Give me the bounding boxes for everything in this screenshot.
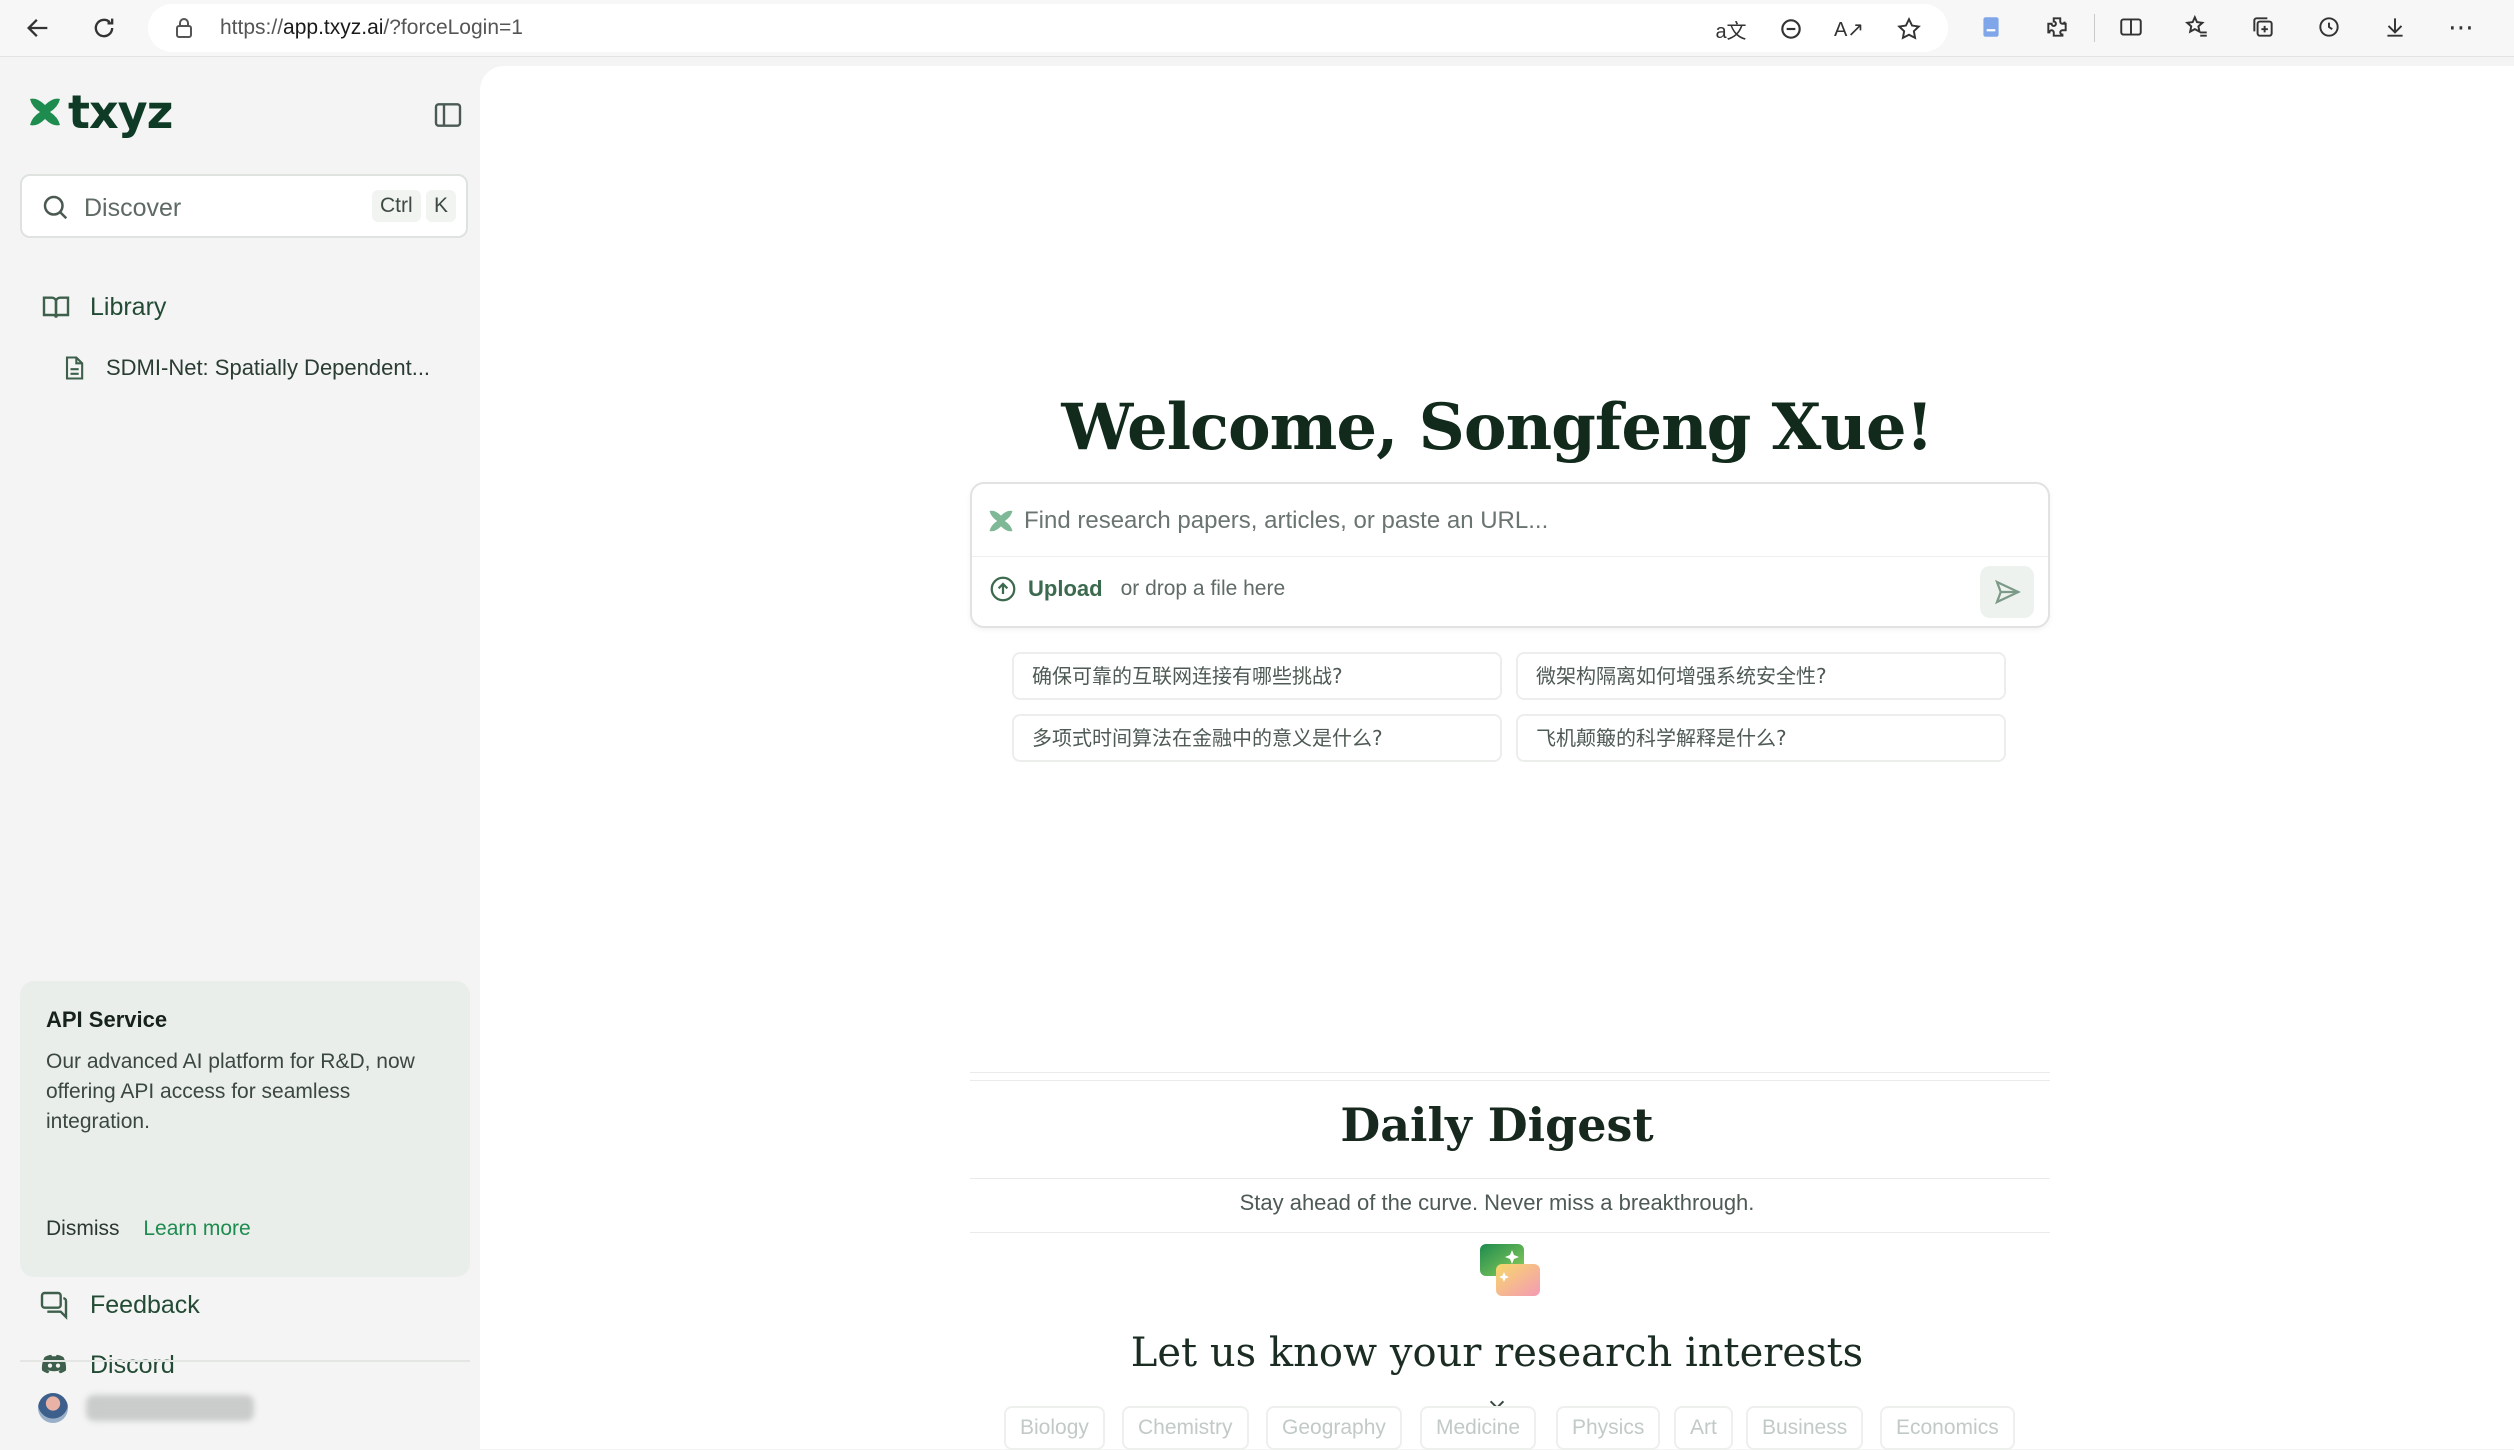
api-card-title: API Service: [46, 1007, 168, 1032]
more-icon[interactable]: ⋯: [2444, 10, 2478, 44]
digest-rule: [970, 1232, 2050, 1233]
sidebar-item-discord[interactable]: Discord: [38, 1349, 175, 1381]
topic-chip[interactable]: Chemistry: [1122, 1406, 1249, 1450]
daily-digest-subtitle: Stay ahead of the curve. Never miss a br…: [1239, 1190, 1755, 1215]
feedback-icon: [40, 1291, 68, 1320]
sidebar: txyz Discover Ctrl K Library SDMI-Net: S…: [0, 57, 480, 1449]
sidebar-toggle-icon[interactable]: [432, 99, 464, 131]
collections-icon[interactable]: [2246, 10, 2280, 44]
history-icon[interactable]: [2312, 10, 2346, 44]
discover-label: Discover: [84, 194, 182, 222]
api-service-card: API Service Our advanced AI platform for…: [20, 981, 470, 1277]
reload-icon[interactable]: [82, 6, 126, 50]
username-redacted[interactable]: [86, 1395, 254, 1421]
send-button[interactable]: [1980, 566, 2034, 618]
library-item-title: SDMI-Net: Spatially Dependent...: [106, 355, 431, 380]
welcome-heading: Welcome, Songfeng Xue!: [1061, 390, 1933, 465]
sparkle-cards-icon: [1480, 1244, 1540, 1296]
book-icon: [42, 296, 70, 318]
bing-icon[interactable]: [1774, 12, 1808, 46]
main-panel: Welcome, Songfeng Xue! Upload or drop a …: [480, 66, 2514, 1450]
topic-chip[interactable]: Medicine: [1420, 1406, 1537, 1450]
browser-toolbar: https://app.txyz.ai/?forceLogin=1 a文 A↗ …: [0, 0, 2514, 57]
upload-button[interactable]: Upload or drop a file here: [988, 574, 1285, 604]
topic-chip[interactable]: Art: [1674, 1406, 1733, 1450]
api-card-description: Our advanced AI platform for R&D, now of…: [46, 1050, 415, 1133]
toolbar-separator: [2094, 14, 2095, 42]
research-interests-heading: Let us know your research interests: [1130, 1330, 1864, 1376]
lock-icon[interactable]: [172, 16, 196, 40]
doc-icon[interactable]: [1974, 10, 2008, 44]
user-avatar[interactable]: [38, 1393, 68, 1423]
feedback-label: Feedback: [90, 1290, 200, 1319]
downloads-icon[interactable]: [2378, 10, 2412, 44]
upload-label: Upload: [1028, 576, 1103, 601]
document-icon: [65, 356, 84, 380]
suggestion-chip[interactable]: 微架构隔离如何增强系统安全性?: [1516, 652, 2006, 700]
search-icon: [43, 195, 68, 220]
logo-text: txyz: [68, 85, 173, 139]
logo-mark-icon: [28, 95, 62, 129]
daily-digest-title: Daily Digest: [1340, 1098, 1654, 1152]
read-aloud-icon[interactable]: A↗: [1832, 12, 1866, 46]
extensions-icon[interactable]: [2040, 10, 2074, 44]
shortcut-key-k: K: [426, 190, 457, 222]
search-query-box: Upload or drop a file here: [970, 482, 2050, 628]
favorite-star-icon[interactable]: [1892, 12, 1926, 46]
digest-rule: [970, 1072, 2050, 1073]
digest-rule: [970, 1178, 2050, 1179]
sidebar-divider: [20, 1360, 470, 1362]
address-bar[interactable]: https://app.txyz.ai/?forceLogin=1 a文 A↗: [148, 4, 1948, 52]
library-label: Library: [90, 292, 167, 321]
dismiss-button[interactable]: Dismiss: [46, 1217, 120, 1240]
split-screen-icon[interactable]: [2114, 10, 2148, 44]
translate-icon[interactable]: a文: [1714, 12, 1748, 46]
learn-more-link[interactable]: Learn more: [143, 1217, 250, 1240]
sidebar-item-library[interactable]: Library: [40, 291, 166, 323]
suggestion-chip[interactable]: 多项式时间算法在金融中的意义是什么?: [1012, 714, 1502, 762]
sidebar-item-feedback[interactable]: Feedback: [38, 1289, 200, 1321]
discover-search[interactable]: Discover Ctrl K: [20, 174, 468, 238]
topic-chip[interactable]: Business: [1746, 1406, 1864, 1450]
query-divider: [972, 556, 2048, 557]
topic-chip[interactable]: Biology: [1004, 1406, 1105, 1450]
suggestion-chip[interactable]: 飞机颠簸的科学解释是什么?: [1516, 714, 2006, 762]
topic-chip[interactable]: Physics: [1556, 1406, 1661, 1450]
send-icon: [1994, 579, 2021, 605]
suggestion-chip[interactable]: 确保可靠的互联网连接有哪些挑战?: [1012, 652, 1502, 700]
search-input[interactable]: [1022, 500, 2016, 542]
discord-label: Discord: [90, 1350, 175, 1379]
shortcut-key-ctrl: Ctrl: [372, 190, 421, 222]
topic-chip[interactable]: Geography: [1266, 1406, 1402, 1450]
digest-rule: [970, 1080, 2050, 1081]
favorites-icon[interactable]: [2180, 10, 2214, 44]
txyz-logo[interactable]: txyz: [28, 85, 173, 139]
back-icon[interactable]: [16, 6, 60, 50]
upload-icon: [990, 576, 1016, 602]
txyz-mark-icon: [989, 510, 1013, 532]
discord-icon: [41, 1354, 67, 1374]
url-text[interactable]: https://app.txyz.ai/?forceLogin=1: [220, 16, 523, 40]
upload-hint: or drop a file here: [1120, 577, 1286, 600]
topic-chip[interactable]: Economics: [1880, 1406, 2015, 1450]
library-item[interactable]: SDMI-Net: Spatially Dependent...: [60, 354, 430, 382]
